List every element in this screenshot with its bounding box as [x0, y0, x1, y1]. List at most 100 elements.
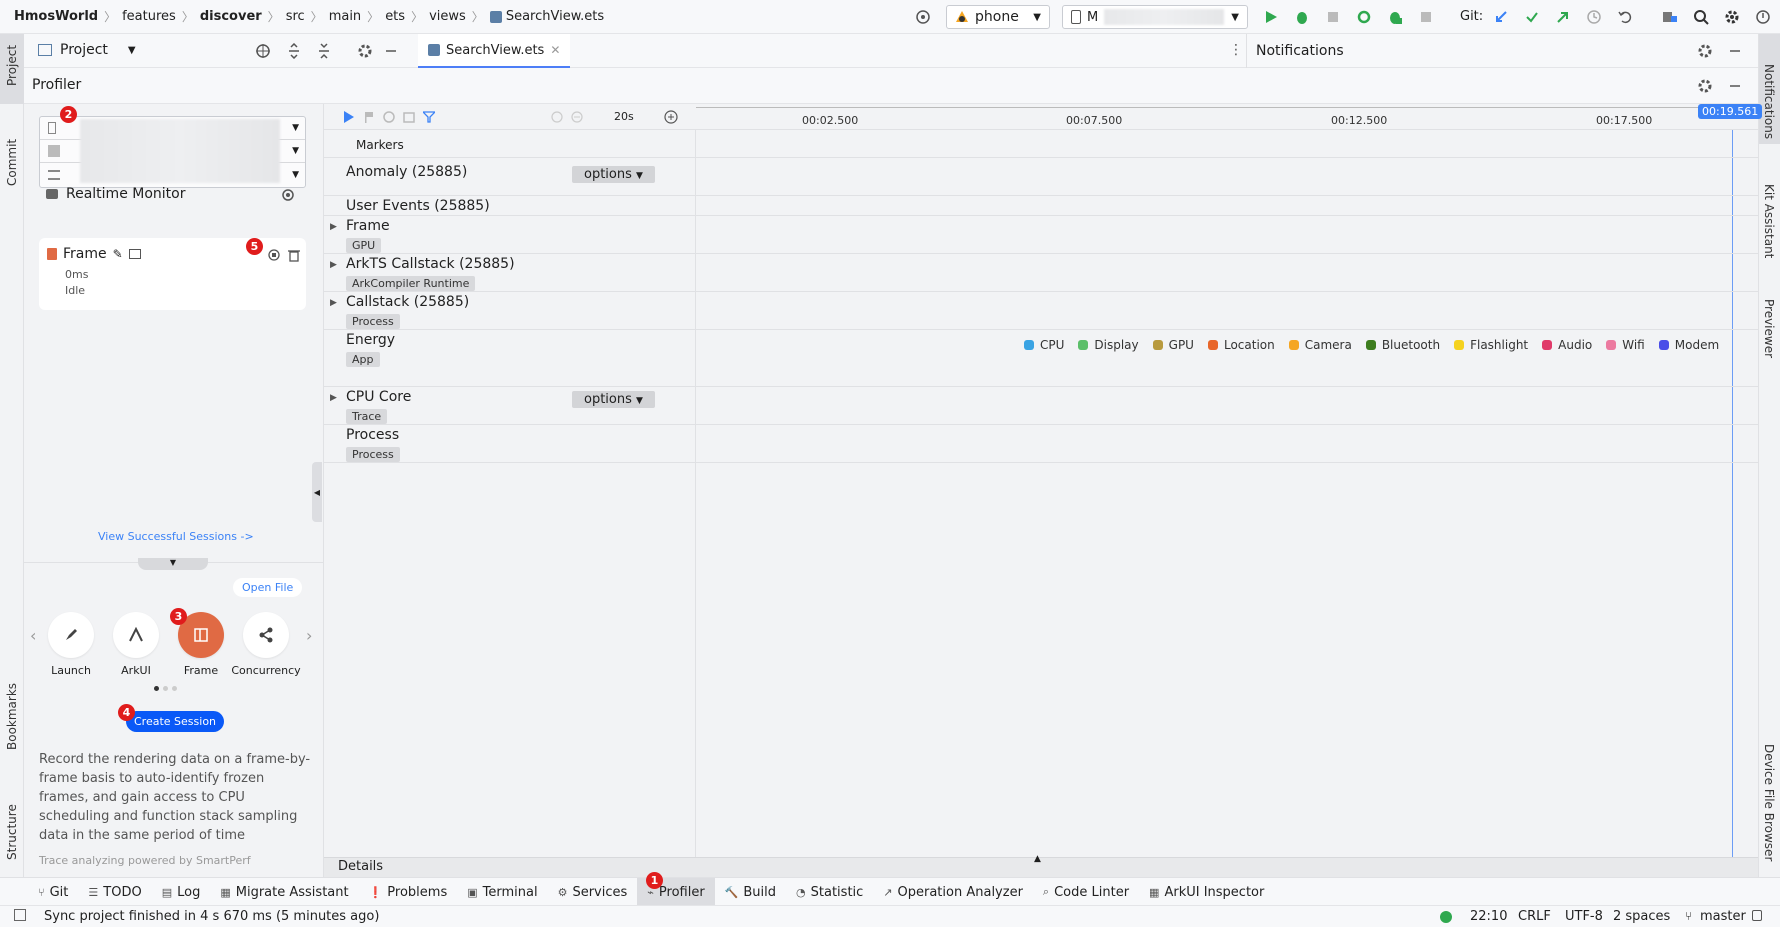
zoom-out-icon[interactable] [566, 106, 588, 128]
lock-icon[interactable] [1752, 910, 1762, 921]
track-anomaly[interactable]: Anomaly (25885) options ▼ [324, 158, 1758, 196]
notifications-strip-button[interactable]: Notifications [1759, 34, 1780, 144]
chevron-up-icon[interactable]: ▲ [1034, 854, 1041, 864]
track-user-events[interactable]: User Events (25885) [324, 196, 1758, 216]
template-launch[interactable]: Launch [48, 612, 94, 677]
profiler-minimize-icon[interactable] [1724, 75, 1746, 97]
filter-icon[interactable] [418, 106, 440, 128]
project-structure-icon[interactable] [1659, 6, 1681, 28]
clear-icon[interactable] [378, 106, 400, 128]
session-card[interactable]: Frame ✎ 0ms Idle [39, 238, 306, 310]
stop-icon[interactable] [1415, 6, 1437, 28]
more-options-icon[interactable]: ⋮ [1229, 42, 1243, 58]
tool-services[interactable]: ⚙ Services [548, 878, 638, 906]
rerun-icon[interactable] [1353, 6, 1375, 28]
track-energy[interactable]: Energy App CPU Display GPU Location Camera Bl… [324, 330, 1758, 387]
view-sessions-link[interactable]: View Successful Sessions -> [98, 530, 254, 543]
git-branch[interactable]: master [1700, 909, 1746, 924]
git-push-icon[interactable] [1552, 6, 1574, 28]
edit-icon[interactable]: ✎ [113, 247, 123, 261]
tool-git[interactable]: ⑂ Git [28, 878, 78, 906]
target-icon[interactable] [912, 6, 934, 28]
options-dropdown[interactable]: options ▼ [572, 166, 655, 183]
file-encoding[interactable]: UTF-8 [1565, 909, 1603, 924]
expand-triangle-icon[interactable]: ▶ [330, 260, 337, 270]
breadcrumb-item[interactable]: main [329, 9, 361, 24]
track-cpu-core[interactable]: ▶ CPU Core Trace options ▼ [324, 387, 1758, 425]
commit-strip-button[interactable]: Commit [0, 118, 24, 198]
project-strip-button[interactable]: Project [0, 34, 24, 104]
minimize-icon[interactable] [380, 40, 402, 62]
git-commit-icon[interactable] [1521, 6, 1543, 28]
track-arkts-callstack[interactable]: ▶ ArkTS Callstack (25885) ArkCompiler Ru… [324, 254, 1758, 292]
bookmarks-strip-button[interactable]: Bookmarks [0, 674, 24, 754]
attach-debugger-icon[interactable] [1322, 6, 1344, 28]
project-panel-header[interactable]: Project ▼ [38, 42, 136, 58]
track-process[interactable]: Process Process [324, 425, 1758, 463]
device-file-browser-strip-button[interactable]: Device File Browser [1759, 724, 1780, 864]
notifications-minimize-icon[interactable] [1724, 40, 1746, 62]
kit-assistant-strip-button[interactable]: Kit Assistant [1759, 164, 1780, 264]
details-bar[interactable]: Details ▲ [324, 854, 1758, 877]
tool-code-linter[interactable]: ⌕ Code Linter [1033, 878, 1139, 906]
line-separator[interactable]: CRLF [1518, 909, 1551, 924]
expand-triangle-icon[interactable]: ▶ [330, 393, 337, 403]
settings-icon[interactable] [1721, 6, 1743, 28]
tab-searchview[interactable]: SearchView.ets ✕ [418, 34, 571, 68]
debug-icon[interactable] [1291, 6, 1313, 28]
tool-todo[interactable]: ☰ TODO [78, 878, 151, 906]
run-icon[interactable] [1260, 6, 1282, 28]
profiler-settings-icon[interactable] [1694, 75, 1716, 97]
play-icon[interactable] [338, 106, 360, 128]
details-icon[interactable] [128, 249, 141, 259]
tool-problems[interactable]: ❗ Problems [359, 878, 458, 906]
track-frame[interactable]: ▶ Frame GPU [324, 216, 1758, 254]
template-arkui[interactable]: ArkUI [113, 612, 159, 677]
collapse-handle[interactable]: ▼ [138, 558, 208, 570]
tool-migrate-assistant[interactable]: ▦ Migrate Assistant [210, 878, 358, 906]
collapse-all-icon[interactable] [313, 40, 335, 62]
tool-terminal[interactable]: ▣ Terminal [457, 878, 547, 906]
previewer-strip-button[interactable]: Previewer [1759, 279, 1780, 359]
breadcrumb-item[interactable]: discover [200, 9, 262, 24]
zoom-reset-icon[interactable] [546, 106, 568, 128]
breadcrumb-item[interactable]: features [122, 9, 176, 24]
expand-triangle-icon[interactable]: ▶ [330, 298, 337, 308]
tool-arkui-inspector[interactable]: ▦ ArkUI Inspector [1139, 878, 1274, 906]
structure-strip-button[interactable]: Structure [0, 784, 24, 864]
carousel-prev-icon[interactable]: ‹ [30, 626, 36, 645]
expand-triangle-icon[interactable]: ▶ [330, 222, 337, 232]
stop-recording-icon[interactable] [263, 244, 285, 266]
locate-icon[interactable] [252, 40, 274, 62]
monitor-settings-icon[interactable] [277, 184, 299, 206]
update-icon[interactable] [1752, 6, 1774, 28]
panel-splitter-handle[interactable]: ◀ [312, 462, 322, 522]
breadcrumb-item[interactable]: views [429, 9, 466, 24]
breadcrumb-item[interactable]: ets [385, 9, 405, 24]
tool-build[interactable]: 🔨 Build [715, 878, 786, 906]
screenshot-icon[interactable] [398, 106, 420, 128]
flag-icon[interactable] [358, 106, 380, 128]
device-type-select[interactable]: phone ▼ [946, 5, 1050, 29]
delete-icon[interactable] [283, 244, 305, 266]
cursor-position[interactable]: 22:10 [1470, 909, 1507, 924]
expand-all-icon[interactable] [283, 40, 305, 62]
indent-setting[interactable]: 2 spaces [1613, 909, 1670, 924]
open-file-button[interactable]: Open File [233, 578, 303, 597]
tool-statistic[interactable]: ◔ Statistic [786, 878, 873, 906]
toggle-tool-windows-icon[interactable] [14, 909, 26, 921]
breadcrumb-item[interactable]: src [286, 9, 305, 24]
status-message[interactable]: Sync project finished in 4 s 670 ms (5 m… [44, 909, 379, 924]
carousel-next-icon[interactable]: › [306, 626, 312, 645]
notifications-settings-icon[interactable] [1694, 40, 1716, 62]
breadcrumb-file[interactable]: SearchView.ets [506, 9, 604, 24]
breadcrumb-item[interactable]: HmosWorld [14, 9, 98, 24]
rollback-icon[interactable] [1614, 6, 1636, 28]
timeline-duration[interactable]: 20s [614, 110, 634, 123]
profile-icon[interactable] [1384, 6, 1406, 28]
options-dropdown[interactable]: options ▼ [572, 391, 655, 408]
tool-operation-analyzer[interactable]: ↗ Operation Analyzer [873, 878, 1033, 906]
zoom-in-icon[interactable] [660, 106, 682, 128]
target-device-select[interactable]: M ▼ [1062, 5, 1248, 29]
close-icon[interactable]: ✕ [550, 43, 560, 57]
